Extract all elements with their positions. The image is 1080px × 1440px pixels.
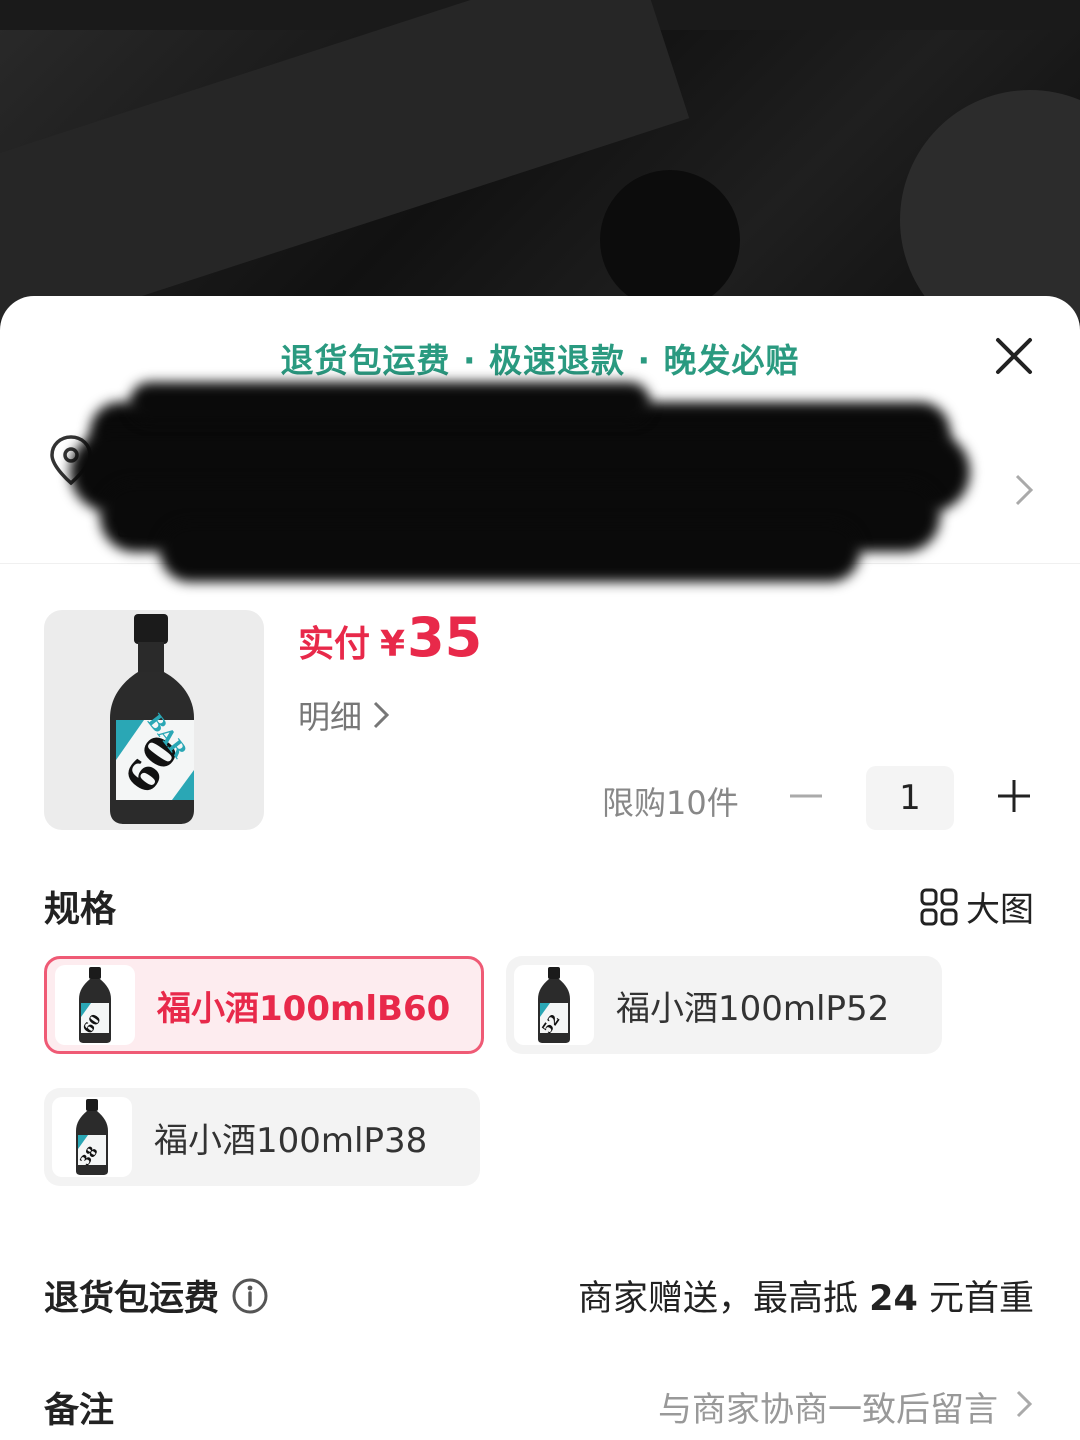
sku-thumbnail: 52 xyxy=(514,965,594,1045)
big-picture-label: 大图 xyxy=(966,890,1034,930)
decrease-quantity-button[interactable] xyxy=(786,776,826,816)
return-shipping-suffix: 元首重 xyxy=(928,1279,1034,1319)
return-shipping-prefix: 商家赠送，最高抵 xyxy=(577,1279,858,1319)
increase-quantity-button[interactable] xyxy=(994,776,1034,816)
sku-option-b60[interactable]: 60 福小酒100mlB60 xyxy=(44,956,484,1054)
chevron-right-icon[interactable] xyxy=(1014,1388,1034,1420)
chevron-right-icon xyxy=(1015,474,1034,506)
background-shape xyxy=(600,170,740,310)
big-picture-toggle[interactable]: 大图 xyxy=(920,882,1034,931)
background-image xyxy=(0,0,1080,320)
bottle-icon: 60 BAR xyxy=(110,614,194,824)
sku-label: 福小酒100mlB60 xyxy=(157,988,451,1029)
return-shipping-value: 商家赠送，最高抵 24 元首重 xyxy=(578,1270,1034,1321)
currency-symbol: ¥ xyxy=(380,624,406,665)
price-detail-label: 明细 xyxy=(298,698,363,736)
sku-thumbnail: 38 xyxy=(52,1097,132,1177)
return-shipping-row: 退货包运费 xyxy=(44,1270,269,1321)
sku-option-p52[interactable]: 52 福小酒100mlP52 xyxy=(506,956,942,1054)
redacted-address-overlay xyxy=(70,372,980,592)
return-shipping-amount: 24 xyxy=(869,1279,918,1319)
price-line: 实付 ¥ 35 xyxy=(298,606,482,669)
sku-label: 福小酒100mlP38 xyxy=(154,1120,428,1161)
background-shape xyxy=(900,90,1080,320)
sku-thumbnail: 60 xyxy=(55,965,135,1045)
price-label: 实付 xyxy=(298,624,371,665)
background-shape xyxy=(0,0,690,320)
note-title: 备注 xyxy=(44,1391,115,1431)
close-icon[interactable] xyxy=(994,336,1034,376)
info-icon[interactable] xyxy=(231,1277,269,1315)
price-value: 35 xyxy=(407,606,483,669)
chevron-right-icon xyxy=(373,701,390,729)
sku-option-p38[interactable]: 38 福小酒100mlP38 xyxy=(44,1088,480,1186)
bottle-icon: 52 xyxy=(538,967,570,1043)
purchase-bottom-sheet: 退货包运费 · 极速退款 · 晚发必赔 包邮 60 BAR xyxy=(0,296,1080,1440)
return-shipping-title: 退货包运费 xyxy=(44,1279,220,1319)
note-input[interactable]: 与商家协商一致后留言 xyxy=(658,1382,998,1431)
price-detail-link[interactable]: 明细 xyxy=(298,692,390,738)
purchase-limit-text: 限购10件 xyxy=(602,784,739,822)
sku-label: 福小酒100mlP52 xyxy=(616,988,890,1029)
bottle-icon: 60 xyxy=(79,967,111,1043)
bottle-icon: 38 xyxy=(76,1099,108,1175)
grid-view-icon xyxy=(920,888,958,925)
quantity-input[interactable] xyxy=(866,766,954,830)
product-image[interactable]: 60 BAR xyxy=(44,610,264,830)
spec-section-title: 规格 xyxy=(44,889,117,930)
